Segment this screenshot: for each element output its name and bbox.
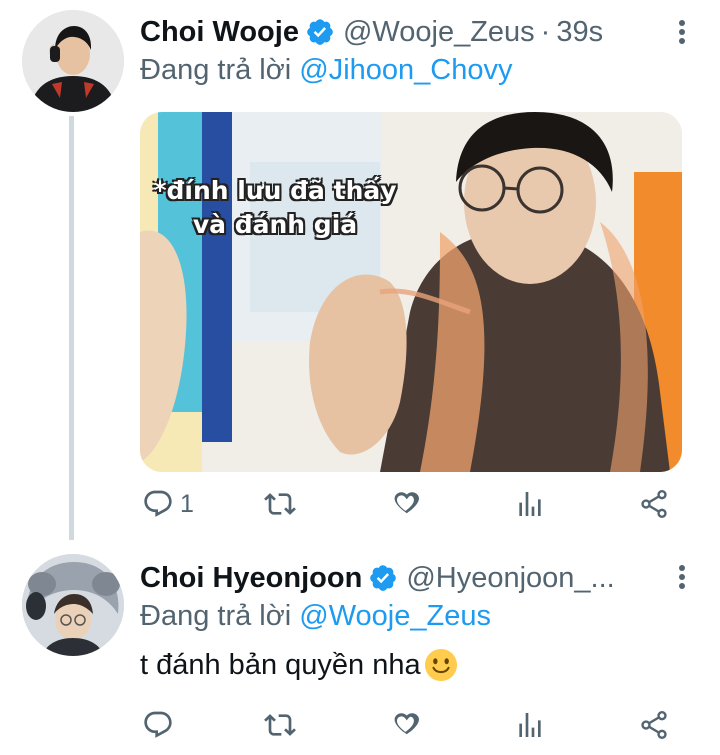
reply-button[interactable]: 1 — [142, 484, 194, 524]
avatar[interactable] — [22, 554, 124, 656]
replying-to-label: Đang trả lời — [140, 600, 292, 632]
retweet-button[interactable] — [264, 484, 296, 524]
share-icon — [641, 711, 667, 739]
author-handle[interactable]: @Hyeonjoon_... — [406, 562, 614, 595]
verified-badge-icon — [305, 17, 335, 47]
meme-caption: *đính lưu đã thấy và đánh giá — [140, 174, 410, 242]
thread-connector-line — [69, 116, 74, 540]
retweet-button[interactable] — [264, 705, 296, 745]
tweet-actions: 1 — [140, 484, 680, 524]
like-icon — [394, 713, 419, 735]
share-button[interactable] — [638, 484, 670, 524]
reply-icon — [144, 711, 172, 738]
retweet-icon — [264, 714, 296, 736]
avatar[interactable] — [22, 10, 124, 112]
meme-caption-line: và đánh giá — [192, 210, 358, 239]
more-options-icon[interactable] — [676, 562, 688, 592]
mention-link[interactable]: @Wooje_Zeus — [299, 600, 491, 632]
timestamp[interactable]: 39s — [556, 16, 603, 49]
tweet-header: Choi Wooje @Wooje_Zeus · 39s — [140, 12, 688, 52]
author-handle[interactable]: @Wooje_Zeus — [343, 16, 535, 49]
like-button[interactable] — [390, 705, 422, 745]
tweet-media-image[interactable]: *đính lưu đã thấy và đánh giá — [140, 112, 682, 472]
replying-to: Đang trả lời @Jihoon_Chovy — [140, 54, 513, 87]
views-button[interactable] — [514, 484, 546, 524]
more-options-icon[interactable] — [676, 17, 688, 47]
meme-caption-line: *đính lưu đã thấy — [153, 176, 397, 205]
replying-to-label: Đang trả lời — [140, 54, 292, 86]
author-name[interactable]: Choi Hyeonjoon — [140, 562, 362, 595]
mention-link[interactable]: @Jihoon_Chovy — [299, 54, 512, 86]
tweet-text-content: t đánh bản quyền nha — [140, 648, 421, 681]
views-button[interactable] — [514, 705, 546, 745]
views-icon — [519, 713, 541, 737]
tweet[interactable]: Choi Hyeonjoon @Hyeonjoon_... Đang trả l… — [0, 540, 720, 755]
views-icon — [519, 492, 541, 516]
share-button[interactable] — [638, 705, 670, 745]
reply-icon — [144, 490, 172, 517]
replying-to: Đang trả lời @Wooje_Zeus — [140, 600, 491, 633]
like-button[interactable] — [390, 484, 422, 524]
author-name[interactable]: Choi Wooje — [140, 16, 299, 49]
tweet[interactable]: Choi Wooje @Wooje_Zeus · 39s Đang trả lờ… — [0, 0, 720, 540]
tweet-header: Choi Hyeonjoon @Hyeonjoon_... — [140, 558, 688, 598]
like-icon — [394, 492, 419, 514]
verified-badge-icon — [368, 563, 398, 593]
reply-button[interactable] — [142, 705, 174, 745]
tweet-actions — [140, 705, 680, 745]
separator-dot: · — [540, 15, 551, 48]
retweet-icon — [264, 493, 296, 515]
tweet-text: t đánh bản quyền nha — [140, 648, 458, 682]
reply-count: 1 — [180, 489, 194, 518]
slightly-smiling-face-emoji-icon — [424, 648, 458, 682]
share-icon — [641, 490, 667, 518]
